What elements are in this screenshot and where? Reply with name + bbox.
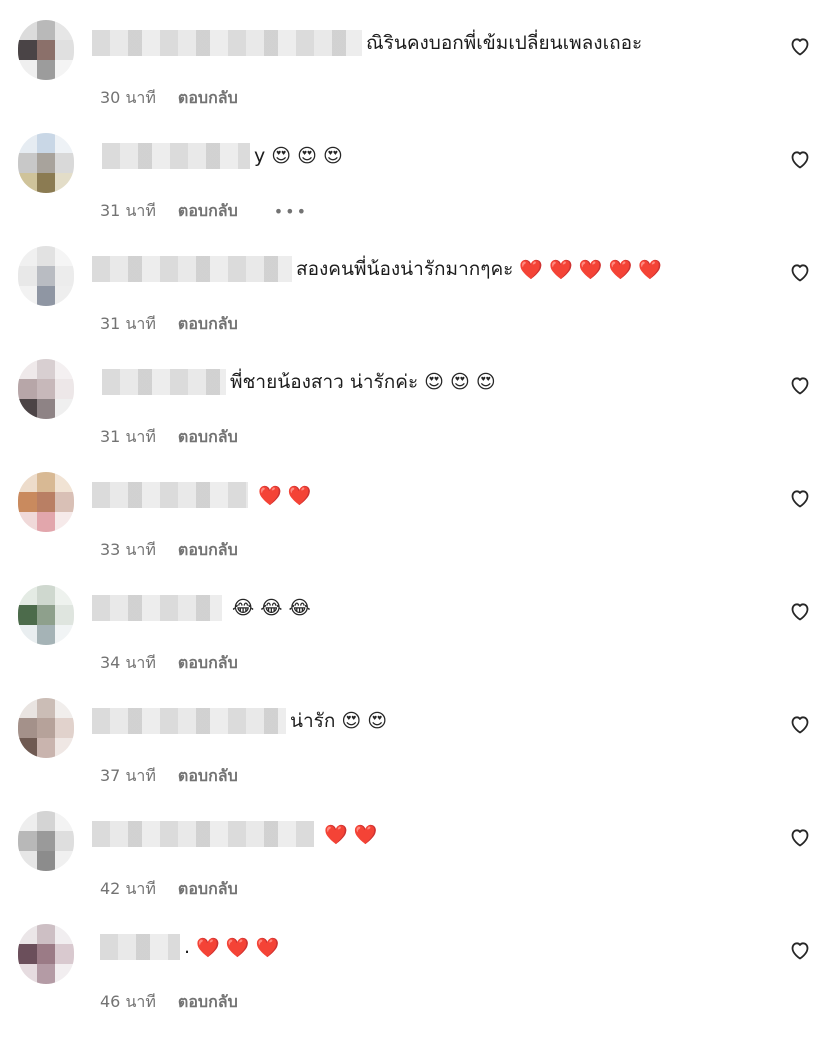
username-suffix: . <box>184 936 191 958</box>
emoji-tears-of-joy: 😂 😂 😂 <box>232 597 311 619</box>
timestamp: 34 นาที <box>100 653 156 672</box>
reply-button[interactable]: ตอบกลับ <box>178 312 238 337</box>
comment-item: พี่ชายน้องสาว น่ารักค่ะ 😍 😍 😍 31 นาที ตอ… <box>0 359 820 473</box>
heart-outline-icon[interactable] <box>788 825 812 849</box>
timestamp: 33 นาที <box>100 540 156 559</box>
emoji-red-heart: ❤️ ❤️ ❤️ ❤️ ❤️ <box>519 258 662 281</box>
timestamp: 46 นาที <box>100 992 156 1011</box>
username-blurred[interactable] <box>92 821 314 847</box>
avatar[interactable] <box>18 472 74 532</box>
avatar[interactable] <box>18 924 74 984</box>
heart-outline-icon[interactable] <box>788 599 812 623</box>
emoji-red-heart: ❤️ ❤️ ❤️ <box>196 936 280 959</box>
reply-button[interactable]: ตอบกลับ <box>178 764 238 789</box>
username-blurred[interactable] <box>92 708 286 734</box>
comment-item: ณิรินคงบอกพี่เข้มเปลี่ยนเพลงเถอะ 30 นาที… <box>0 20 820 134</box>
emoji-heart-eyes: 😍 😍 <box>341 710 388 732</box>
reply-button[interactable]: ตอบกลับ <box>178 425 238 450</box>
comment-item: y 😍 😍 😍 31 นาที ตอบกลับ ••• <box>0 133 820 247</box>
reply-button[interactable]: ตอบกลับ <box>178 199 238 224</box>
avatar[interactable] <box>18 133 74 193</box>
timestamp: 42 นาที <box>100 879 156 898</box>
avatar[interactable] <box>18 585 74 645</box>
comment-item: ❤️ ❤️ 33 นาที ตอบกลับ <box>0 472 820 586</box>
heart-outline-icon[interactable] <box>788 486 812 510</box>
username-blurred[interactable] <box>102 143 250 169</box>
timestamp: 37 นาที <box>100 766 156 785</box>
username-suffix: y <box>254 145 266 167</box>
comment-item: น่ารัก 😍 😍 37 นาที ตอบกลับ <box>0 698 820 812</box>
comment-item: สองคนพี่น้องน่ารักมากๆคะ ❤️ ❤️ ❤️ ❤️ ❤️ … <box>0 246 820 360</box>
timestamp: 31 นาที <box>100 427 156 446</box>
more-options-icon[interactable]: ••• <box>274 202 308 221</box>
reply-button[interactable]: ตอบกลับ <box>178 538 238 563</box>
comment-item: . ❤️ ❤️ ❤️ 46 นาที ตอบกลับ <box>0 924 820 1038</box>
avatar[interactable] <box>18 811 74 871</box>
avatar[interactable] <box>18 246 74 306</box>
username-blurred[interactable] <box>92 482 248 508</box>
comment-item: 😂 😂 😂 34 นาที ตอบกลับ <box>0 585 820 699</box>
username-blurred[interactable] <box>92 30 362 56</box>
avatar[interactable] <box>18 359 74 419</box>
comment-text: น่ารัก <box>290 710 336 732</box>
heart-outline-icon[interactable] <box>788 938 812 962</box>
reply-button[interactable]: ตอบกลับ <box>178 86 238 111</box>
heart-outline-icon[interactable] <box>788 712 812 736</box>
comment-text: สองคนพี่น้องน่ารักมากๆคะ <box>296 258 514 280</box>
heart-outline-icon[interactable] <box>788 147 812 171</box>
emoji-red-heart: ❤️ ❤️ <box>324 823 378 846</box>
username-blurred[interactable] <box>92 595 222 621</box>
avatar[interactable] <box>18 20 74 80</box>
timestamp: 31 นาที <box>100 314 156 333</box>
username-blurred[interactable] <box>100 934 180 960</box>
emoji-red-heart: ❤️ ❤️ <box>258 484 312 507</box>
comment-text: ณิรินคงบอกพี่เข้มเปลี่ยนเพลงเถอะ <box>366 32 643 54</box>
timestamp: 30 นาที <box>100 88 156 107</box>
timestamp: 31 นาที <box>100 201 156 220</box>
comment-item: ❤️ ❤️ 42 นาที ตอบกลับ <box>0 811 820 925</box>
username-blurred[interactable] <box>102 369 226 395</box>
reply-button[interactable]: ตอบกลับ <box>178 990 238 1015</box>
heart-outline-icon[interactable] <box>788 34 812 58</box>
avatar[interactable] <box>18 698 74 758</box>
emoji-heart-eyes: 😍 😍 😍 <box>271 145 343 167</box>
emoji-heart-eyes: 😍 😍 😍 <box>424 371 496 393</box>
username-blurred[interactable] <box>92 256 292 282</box>
comment-text: พี่ชายน้องสาว น่ารักค่ะ <box>230 371 419 393</box>
heart-outline-icon[interactable] <box>788 260 812 284</box>
heart-outline-icon[interactable] <box>788 373 812 397</box>
reply-button[interactable]: ตอบกลับ <box>178 877 238 902</box>
reply-button[interactable]: ตอบกลับ <box>178 651 238 676</box>
